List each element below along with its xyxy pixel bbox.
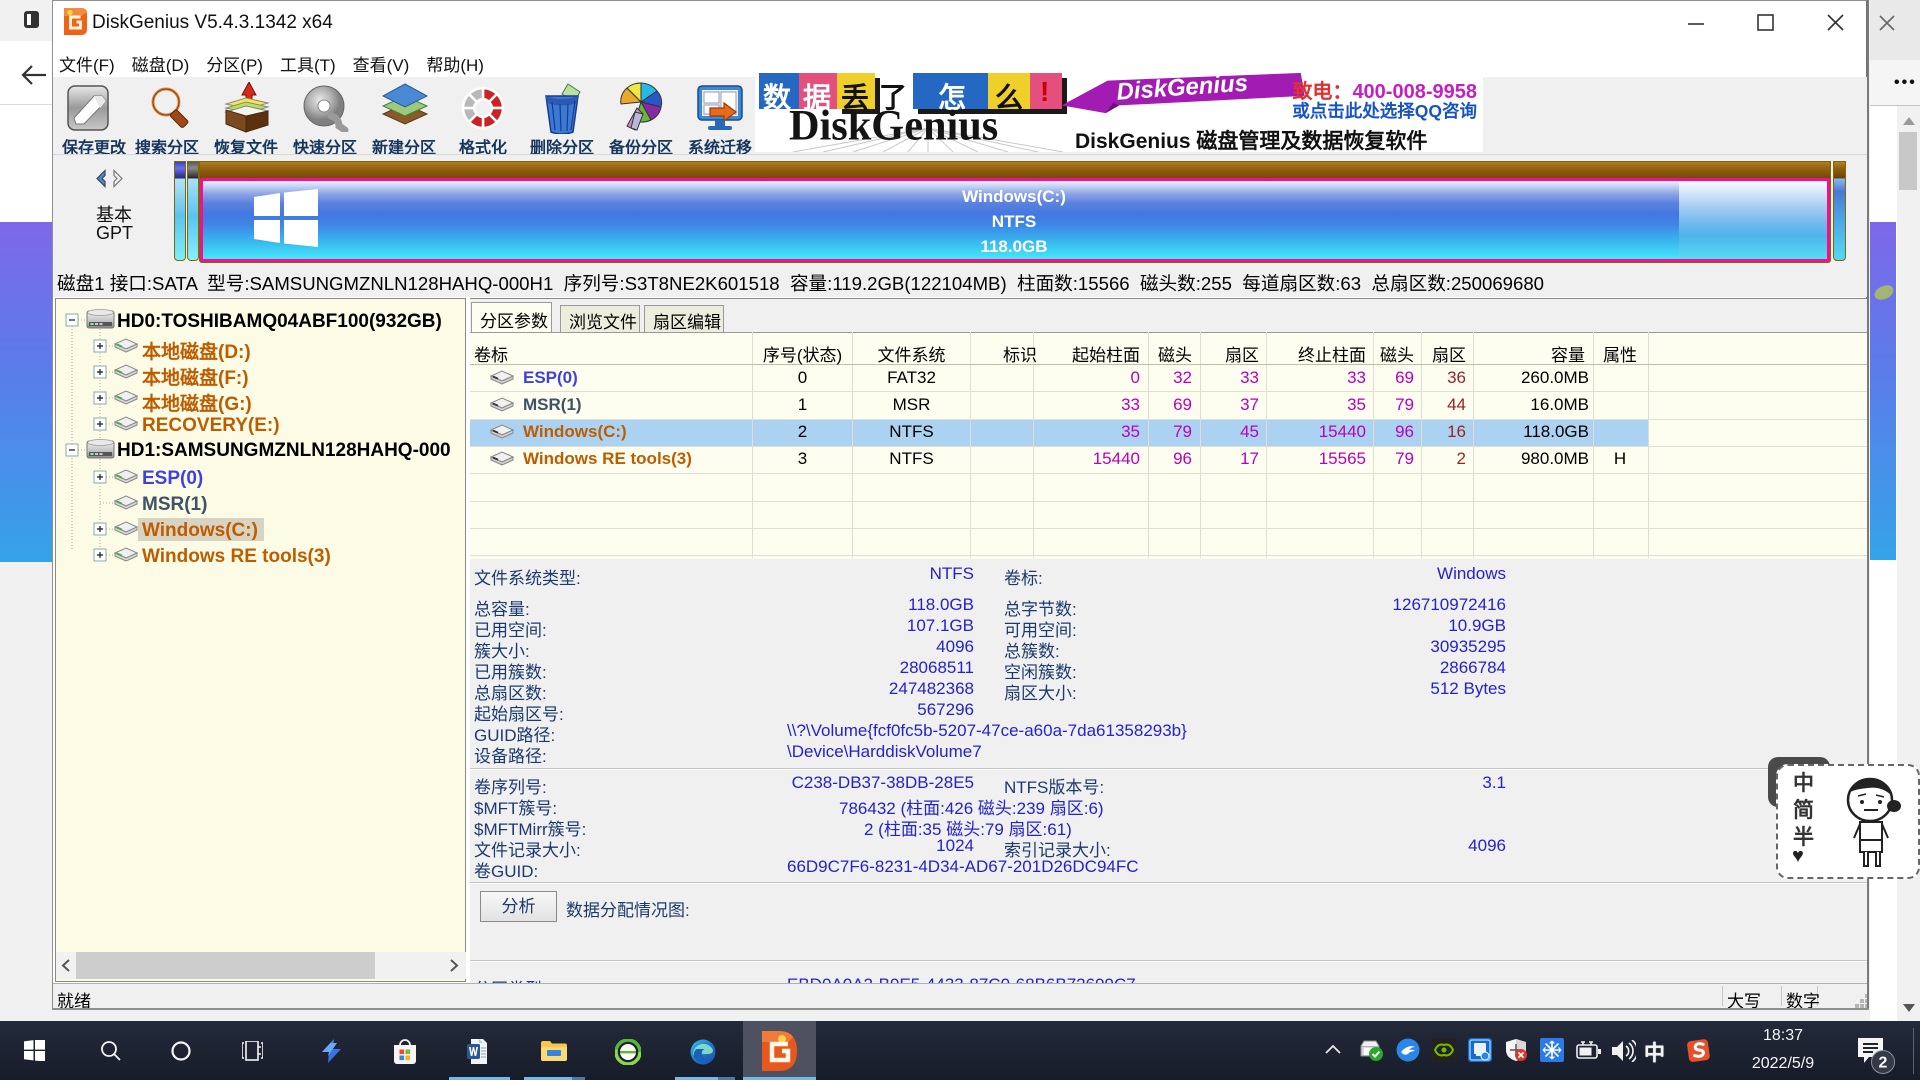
svg-text:DiskGenius: DiskGenius bbox=[1116, 73, 1249, 106]
svg-text:2: 2 bbox=[1879, 1055, 1888, 1072]
